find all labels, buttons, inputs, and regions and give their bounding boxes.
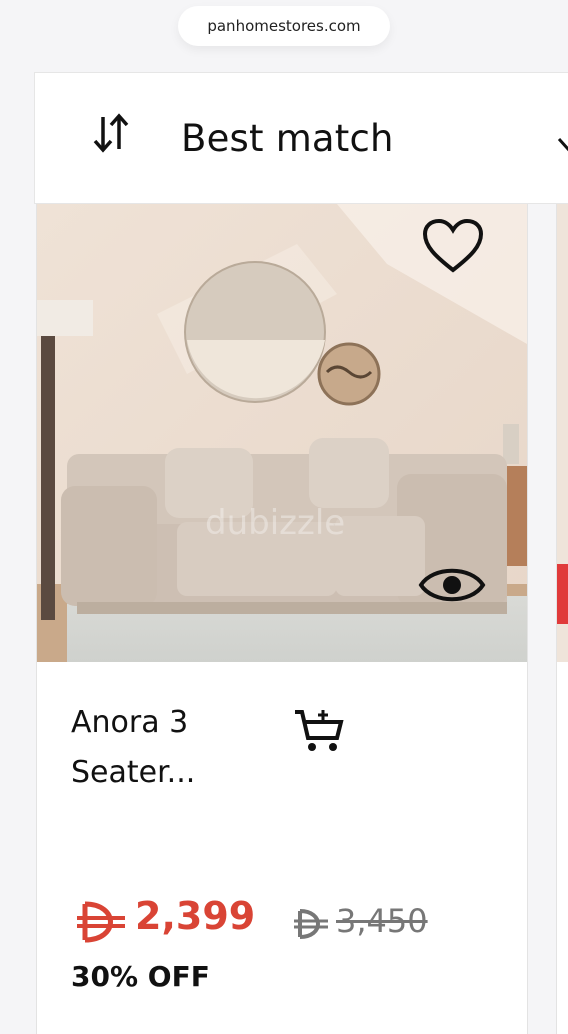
heart-icon[interactable] bbox=[421, 218, 485, 274]
next-product-image bbox=[557, 204, 568, 662]
watermark-text: dubizzle bbox=[205, 503, 345, 543]
sort-arrows-icon bbox=[93, 113, 129, 153]
dirham-icon bbox=[77, 901, 125, 943]
sort-dropdown[interactable]: Best match bbox=[34, 72, 568, 204]
product-title[interactable]: Anora 3 Seater... bbox=[71, 698, 261, 798]
product-card[interactable]: dubizzle Anora 3 Seater... 2,399 3,450 3… bbox=[36, 204, 528, 1034]
url-text: panhomestores.com bbox=[207, 17, 361, 35]
add-to-cart-icon[interactable] bbox=[293, 708, 345, 754]
browser-url-bar[interactable]: panhomestores.com bbox=[178, 6, 390, 46]
price-row: 2,399 3,450 bbox=[71, 894, 511, 954]
eye-icon[interactable] bbox=[417, 560, 487, 610]
current-price: 2,399 bbox=[135, 894, 256, 938]
product-image[interactable]: dubizzle bbox=[37, 204, 527, 662]
chevron-down-icon bbox=[557, 137, 568, 152]
next-product-card[interactable] bbox=[556, 204, 568, 1034]
sort-label: Best match bbox=[181, 117, 394, 160]
dirham-icon bbox=[294, 909, 328, 939]
original-price: 3,450 bbox=[336, 902, 428, 940]
discount-badge: 30% OFF bbox=[71, 960, 210, 993]
